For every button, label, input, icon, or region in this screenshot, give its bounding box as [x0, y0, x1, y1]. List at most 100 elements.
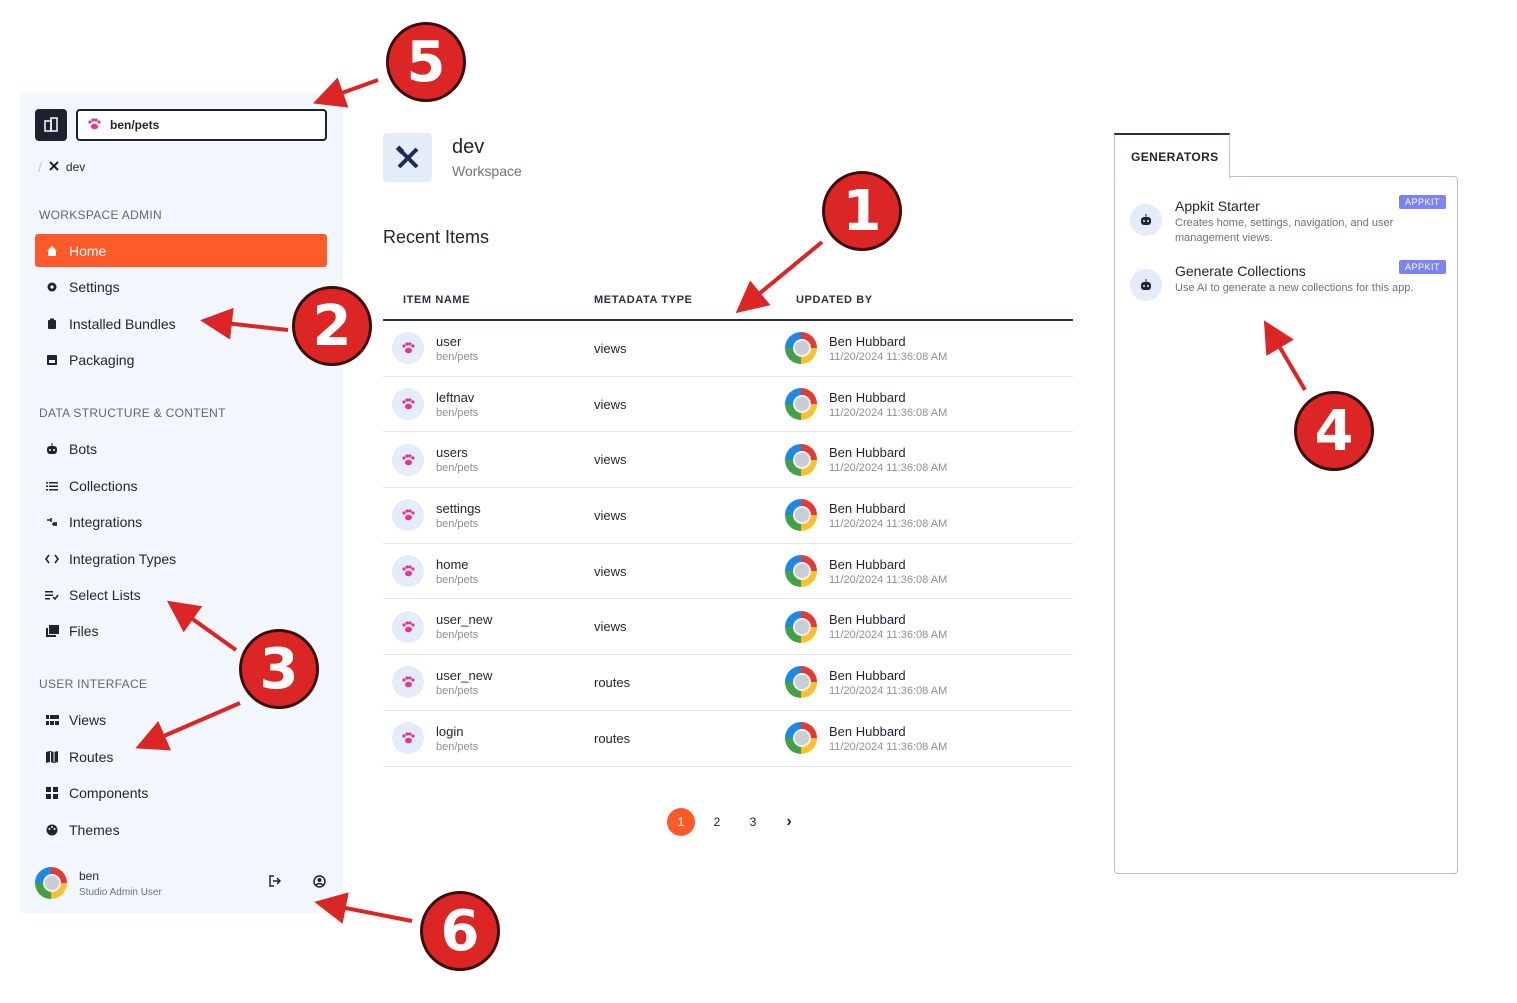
item-name[interactable]: user [436, 334, 478, 349]
sidebar-item-themes[interactable]: Themes [35, 813, 327, 846]
item-name-cell: home ben/pets [383, 555, 593, 588]
pagination: 1 2 3 › [667, 808, 803, 836]
item-name[interactable]: user_new [436, 612, 492, 627]
item-name[interactable]: login [436, 724, 478, 739]
avatar [785, 722, 817, 755]
page-button-2[interactable]: 2 [703, 808, 731, 836]
generator-title: Generate Collections [1175, 263, 1306, 279]
paw-icon [392, 610, 424, 643]
sidebar-item-packaging[interactable]: Packaging [35, 343, 327, 376]
avatar [785, 443, 817, 476]
sidebar-item-home[interactable]: Home [35, 234, 327, 267]
table-row[interactable]: login ben/pets routes Ben Hubbard 11/20/2024… [383, 711, 1073, 767]
item-namespace: ben/pets [436, 629, 479, 642]
home-icon [45, 244, 59, 258]
table-row[interactable]: settings ben/pets views Ben Hubbard 11/20/20… [383, 488, 1073, 544]
generator-title: Appkit Starter [1175, 198, 1260, 214]
avatar [785, 388, 817, 421]
sidebar-item-routes[interactable]: Routes [35, 740, 327, 773]
table-row[interactable]: user_new ben/pets views Ben Hubbard 11/20/20… [383, 599, 1073, 656]
item-name-cell: user ben/pets [383, 332, 593, 365]
page-button-1[interactable]: 1 [667, 808, 695, 836]
item-namespace: ben/pets [436, 740, 479, 753]
next-page-chevron-icon[interactable]: › [775, 808, 803, 836]
updated-date: 11/20/2024 11:36:08 AM [829, 629, 948, 642]
avatar [785, 610, 817, 643]
updated-by-cell: Ben Hubbard 11/20/2024 11:36:08 AM [785, 610, 1073, 643]
user-name: ben [79, 868, 100, 883]
annotation-marker-1: 1 [822, 171, 902, 251]
sidebar-item-settings[interactable]: Settings [35, 270, 327, 303]
table-row[interactable]: home ben/pets views Ben Hubbard 11/20/2024 1… [383, 544, 1073, 600]
item-name[interactable]: users [436, 445, 478, 460]
studio-logo-icon[interactable] [35, 109, 67, 141]
updated-date: 11/20/2024 11:36:08 AM [829, 462, 948, 475]
sidebar-item-label: Installed Bundles [69, 315, 176, 332]
item-name[interactable]: home [436, 557, 478, 572]
column-header-metadata-type[interactable]: METADATA TYPE [593, 294, 785, 306]
generator-generate-collections[interactable]: Generate Collections Use AI to generate … [1130, 260, 1446, 319]
sidebar-item-label: Home [69, 242, 107, 259]
updated-by-name: Ben Hubbard [829, 667, 906, 683]
metadata-type: routes [594, 730, 631, 746]
section-heading-user-interface: USER INTERFACE [39, 677, 148, 691]
avatar[interactable] [35, 867, 67, 899]
updated-date: 11/20/2024 11:36:08 AM [829, 684, 948, 697]
page-title: dev [452, 136, 485, 158]
column-header-item-name[interactable]: ITEM NAME [383, 294, 593, 306]
sidebar-item-select-lists[interactable]: Select Lists [35, 578, 327, 611]
select-list-icon [45, 588, 59, 602]
metadata-type: views [594, 340, 627, 356]
updated-by-cell: Ben Hubbard 11/20/2024 11:36:08 AM [785, 555, 1073, 588]
sidebar-item-bots[interactable]: Bots [35, 432, 327, 465]
page-button-3[interactable]: 3 [739, 808, 767, 836]
recent-items-table: ITEM NAME METADATA TYPE UPDATED BY user b… [383, 280, 1073, 767]
updated-date: 11/20/2024 11:36:08 AM [829, 740, 948, 753]
sidebar-item-integrations[interactable]: Integrations [35, 505, 327, 538]
map-icon [45, 750, 59, 764]
sidebar-item-label: Files [69, 622, 99, 639]
app-selector[interactable]: ben/pets [76, 109, 327, 141]
updated-by-name: Ben Hubbard [829, 500, 906, 516]
column-header-updated-by[interactable]: UPDATED BY [785, 294, 1073, 306]
screenshot: ben/pets / dev WORKSPACE ADMIN Home Sett… [0, 0, 1517, 1003]
item-namespace: ben/pets [436, 350, 479, 363]
updated-by-cell: Ben Hubbard 11/20/2024 11:36:08 AM [785, 332, 1073, 365]
table-row[interactable]: leftnav ben/pets views Ben Hubbard 11/20/202… [383, 377, 1073, 433]
updated-by-name: Ben Hubbard [829, 389, 906, 405]
avatar [785, 666, 817, 699]
gear-icon [45, 280, 59, 294]
updated-by-name: Ben Hubbard [829, 612, 906, 628]
metadata-type: routes [594, 674, 631, 690]
paw-icon [392, 555, 424, 588]
breadcrumb-workspace: dev [65, 160, 86, 174]
integration-icon [45, 515, 59, 529]
updated-by-cell: Ben Hubbard 11/20/2024 11:36:08 AM [785, 388, 1073, 421]
sidebar-item-components[interactable]: Components [35, 776, 327, 809]
table-row[interactable]: user_new ben/pets routes Ben Hubbard 11/20/2… [383, 655, 1073, 711]
breadcrumb[interactable]: / dev [38, 159, 85, 175]
item-name[interactable]: leftnav [436, 390, 478, 405]
item-name[interactable]: user_new [436, 668, 492, 683]
breadcrumb-separator: / [38, 159, 42, 175]
account-icon[interactable] [311, 873, 327, 889]
item-name-cell: users ben/pets [383, 443, 593, 476]
generator-appkit-starter[interactable]: Appkit Starter Creates home, settings, n… [1130, 195, 1446, 254]
table-row[interactable]: users ben/pets views Ben Hubbard 11/20/2024 … [383, 432, 1073, 489]
metadata-type: views [594, 452, 627, 468]
tab-generators[interactable]: GENERATORS [1114, 133, 1230, 178]
app-selector-label: ben/pets [110, 118, 160, 132]
metadata-type: views [594, 619, 627, 635]
avatar [785, 499, 817, 532]
item-name[interactable]: settings [436, 501, 481, 516]
table-row[interactable]: user ben/pets views Ben Hubbard 11/20/2024 1… [383, 321, 1073, 377]
sidebar-item-label: Views [69, 711, 107, 728]
logout-icon[interactable] [267, 873, 283, 889]
recent-items-heading: Recent Items [383, 227, 490, 247]
item-namespace: ben/pets [436, 406, 479, 419]
bot-icon [1130, 204, 1162, 236]
sidebar-item-installed-bundles[interactable]: Installed Bundles [35, 307, 327, 340]
sidebar-item-integration-types[interactable]: Integration Types [35, 542, 327, 575]
sidebar-item-collections[interactable]: Collections [35, 469, 327, 502]
paw-icon [392, 666, 424, 699]
